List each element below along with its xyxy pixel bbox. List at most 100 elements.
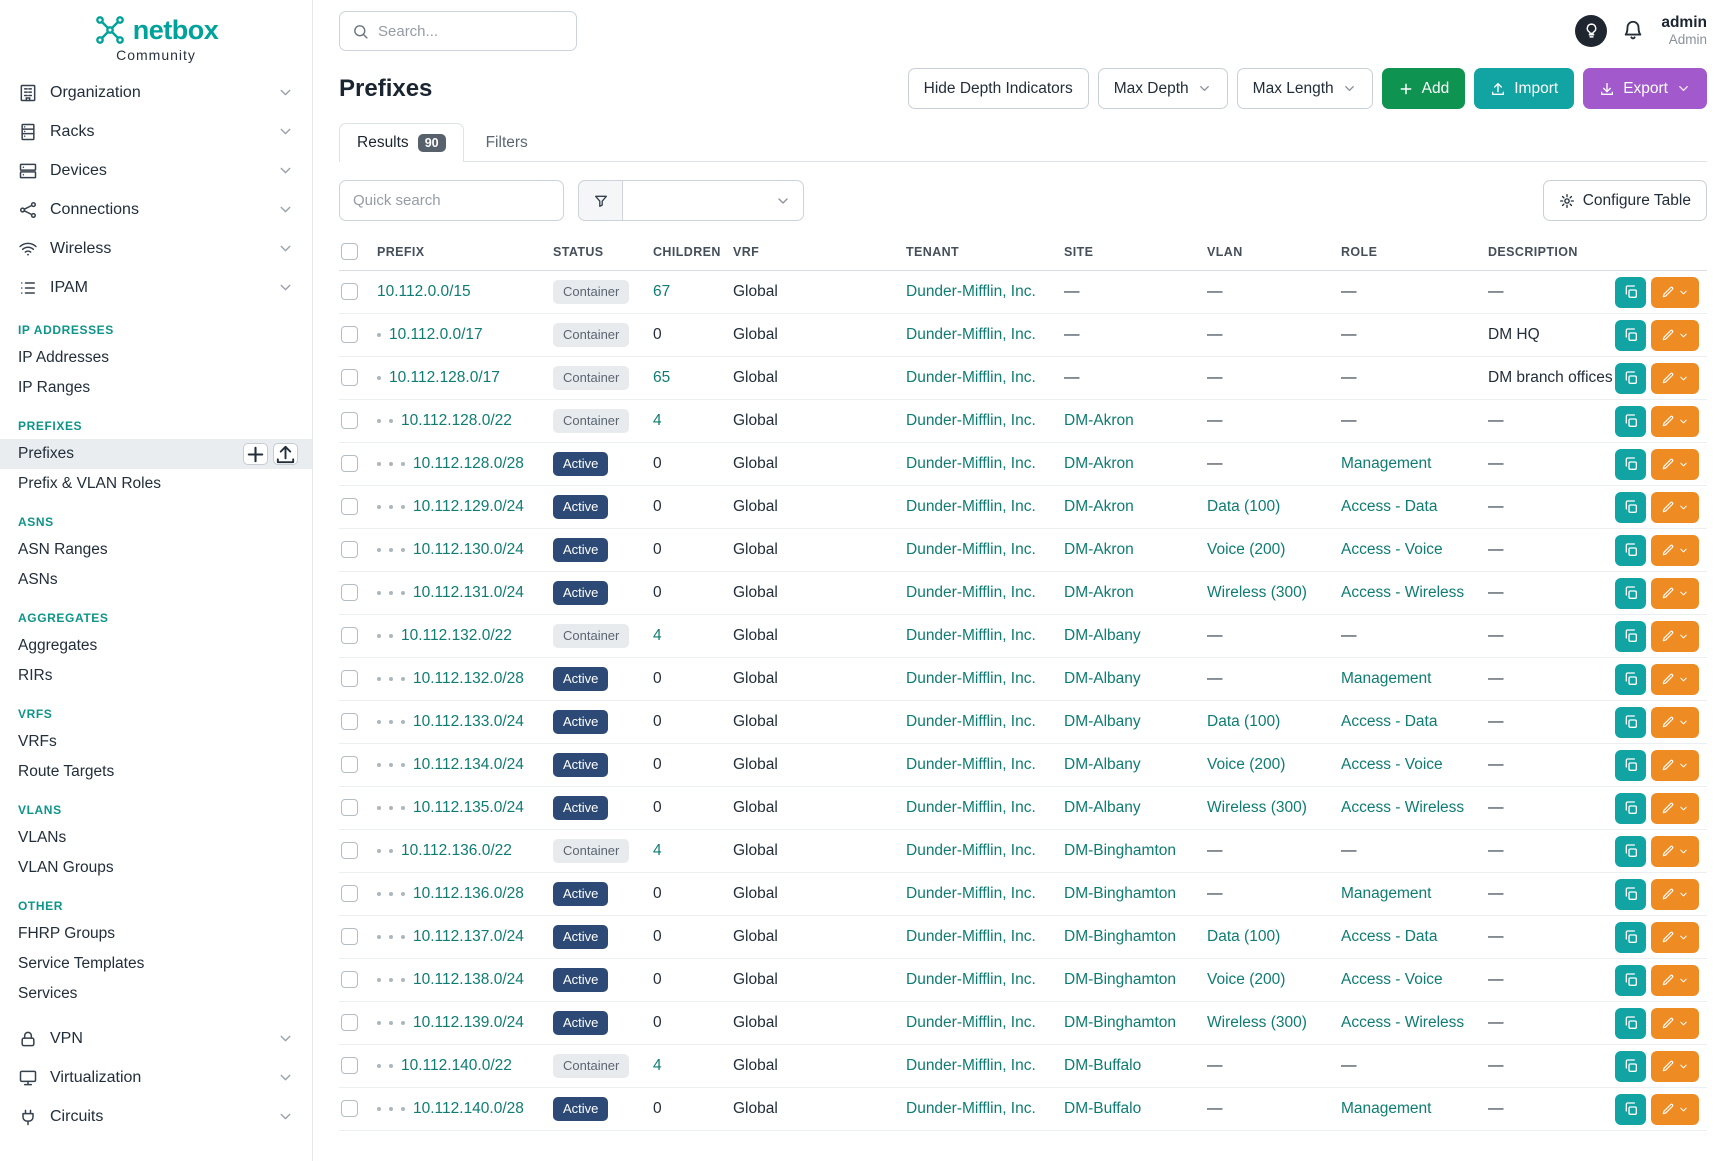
role-link[interactable]: Access - Data	[1341, 928, 1437, 945]
edit-button[interactable]	[1651, 406, 1699, 437]
edit-button[interactable]	[1651, 793, 1699, 824]
tenant-link[interactable]: Dunder-Mifflin, Inc.	[906, 928, 1036, 945]
row-checkbox[interactable]	[341, 584, 358, 601]
row-checkbox[interactable]	[341, 369, 358, 386]
prefix-link[interactable]: 10.112.129.0/24	[413, 498, 524, 516]
role-link[interactable]: Access - Voice	[1341, 756, 1443, 773]
configure-table-button[interactable]: Configure Table	[1543, 180, 1707, 221]
row-checkbox[interactable]	[341, 799, 358, 816]
row-checkbox[interactable]	[341, 627, 358, 644]
role-link[interactable]: Access - Data	[1341, 498, 1437, 515]
edit-button[interactable]	[1651, 449, 1699, 480]
prefix-link[interactable]: 10.112.130.0/24	[413, 541, 524, 559]
tenant-link[interactable]: Dunder-Mifflin, Inc.	[906, 412, 1036, 429]
site-link[interactable]: DM-Akron	[1064, 412, 1134, 429]
prefix-link[interactable]: 10.112.131.0/24	[413, 584, 524, 602]
sidebar-item-prefixes[interactable]: Prefixes	[0, 439, 312, 469]
prefix-link[interactable]: 10.112.132.0/22	[401, 627, 512, 645]
site-link[interactable]: DM-Akron	[1064, 541, 1134, 558]
export-button[interactable]: Export	[1583, 68, 1707, 109]
column-header-description[interactable]: DESCRIPTION	[1488, 233, 1615, 271]
vlan-link[interactable]: Wireless (300)	[1207, 1014, 1307, 1031]
row-checkbox[interactable]	[341, 670, 358, 687]
edit-button[interactable]	[1651, 922, 1699, 953]
edit-button[interactable]	[1651, 492, 1699, 523]
theme-toggle-button[interactable]	[1575, 15, 1607, 47]
site-link[interactable]: DM-Buffalo	[1064, 1057, 1141, 1074]
edit-button[interactable]	[1651, 965, 1699, 996]
tenant-link[interactable]: Dunder-Mifflin, Inc.	[906, 326, 1036, 343]
tenant-link[interactable]: Dunder-Mifflin, Inc.	[906, 369, 1036, 386]
sidebar-item-vpn[interactable]: VPN	[0, 1019, 312, 1058]
column-header-children[interactable]: CHILDREN	[653, 233, 733, 271]
edit-button[interactable]	[1651, 535, 1699, 566]
children-count-link[interactable]: 4	[653, 1057, 662, 1074]
tenant-link[interactable]: Dunder-Mifflin, Inc.	[906, 971, 1036, 988]
sidebar-import-button[interactable]	[273, 443, 298, 465]
tenant-link[interactable]: Dunder-Mifflin, Inc.	[906, 283, 1036, 300]
role-link[interactable]: Access - Wireless	[1341, 799, 1464, 816]
sidebar-item-organization[interactable]: Organization	[0, 73, 312, 112]
saved-filter-select[interactable]	[622, 180, 804, 221]
row-checkbox[interactable]	[341, 971, 358, 988]
prefix-link[interactable]: 10.112.128.0/28	[413, 455, 524, 473]
site-link[interactable]: DM-Akron	[1064, 584, 1134, 601]
global-search-input[interactable]	[378, 23, 564, 40]
tenant-link[interactable]: Dunder-Mifflin, Inc.	[906, 842, 1036, 859]
sidebar-item-ipam[interactable]: IPAM	[0, 268, 312, 307]
row-checkbox[interactable]	[341, 756, 358, 773]
site-link[interactable]: DM-Binghamton	[1064, 842, 1176, 859]
edit-button[interactable]	[1651, 277, 1699, 308]
sidebar-item-prefix-vlan-roles[interactable]: Prefix & VLAN Roles	[0, 469, 312, 499]
prefix-link[interactable]: 10.112.140.0/22	[401, 1057, 512, 1075]
sidebar-item-service-templates[interactable]: Service Templates	[0, 949, 312, 979]
edit-button[interactable]	[1651, 750, 1699, 781]
max-depth-dropdown[interactable]: Max Depth	[1098, 68, 1228, 109]
prefix-link[interactable]: 10.112.133.0/24	[413, 713, 524, 731]
column-header-site[interactable]: SITE	[1064, 233, 1207, 271]
site-link[interactable]: DM-Albany	[1064, 670, 1141, 687]
role-link[interactable]: Access - Wireless	[1341, 584, 1464, 601]
children-count-link[interactable]: 4	[653, 842, 662, 859]
vlan-link[interactable]: Data (100)	[1207, 713, 1280, 730]
clone-button[interactable]	[1615, 793, 1646, 824]
edit-button[interactable]	[1651, 1008, 1699, 1039]
import-button[interactable]: Import	[1474, 68, 1574, 109]
site-link[interactable]: DM-Binghamton	[1064, 928, 1176, 945]
row-checkbox[interactable]	[341, 1057, 358, 1074]
prefix-link[interactable]: 10.112.0.0/17	[389, 326, 483, 344]
edit-button[interactable]	[1651, 879, 1699, 910]
clone-button[interactable]	[1615, 621, 1646, 652]
clone-button[interactable]	[1615, 1051, 1646, 1082]
prefix-link[interactable]: 10.112.134.0/24	[413, 756, 524, 774]
role-link[interactable]: Access - Voice	[1341, 541, 1443, 558]
edit-button[interactable]	[1651, 1094, 1699, 1125]
prefix-link[interactable]: 10.112.139.0/24	[413, 1014, 524, 1032]
prefix-link[interactable]: 10.112.137.0/24	[413, 928, 524, 946]
clone-button[interactable]	[1615, 750, 1646, 781]
site-link[interactable]: DM-Binghamton	[1064, 1014, 1176, 1031]
sidebar-item-route-targets[interactable]: Route Targets	[0, 757, 312, 787]
clone-button[interactable]	[1615, 406, 1646, 437]
site-link[interactable]: DM-Albany	[1064, 799, 1141, 816]
row-checkbox[interactable]	[341, 713, 358, 730]
clone-button[interactable]	[1615, 664, 1646, 695]
column-header-tenant[interactable]: TENANT	[906, 233, 1064, 271]
sidebar-item-wireless[interactable]: Wireless	[0, 229, 312, 268]
row-checkbox[interactable]	[341, 326, 358, 343]
column-header-role[interactable]: ROLE	[1341, 233, 1488, 271]
clone-button[interactable]	[1615, 277, 1646, 308]
children-count-link[interactable]: 65	[653, 369, 670, 386]
vlan-link[interactable]: Data (100)	[1207, 498, 1280, 515]
tenant-link[interactable]: Dunder-Mifflin, Inc.	[906, 885, 1036, 902]
tenant-link[interactable]: Dunder-Mifflin, Inc.	[906, 1014, 1036, 1031]
vlan-link[interactable]: Voice (200)	[1207, 541, 1285, 558]
site-link[interactable]: DM-Akron	[1064, 455, 1134, 472]
prefix-link[interactable]: 10.112.132.0/28	[413, 670, 524, 688]
edit-button[interactable]	[1651, 1051, 1699, 1082]
row-checkbox[interactable]	[341, 412, 358, 429]
site-link[interactable]: DM-Binghamton	[1064, 971, 1176, 988]
vlan-link[interactable]: Voice (200)	[1207, 971, 1285, 988]
column-header-prefix[interactable]: PREFIX	[377, 233, 553, 271]
site-link[interactable]: DM-Albany	[1064, 713, 1141, 730]
